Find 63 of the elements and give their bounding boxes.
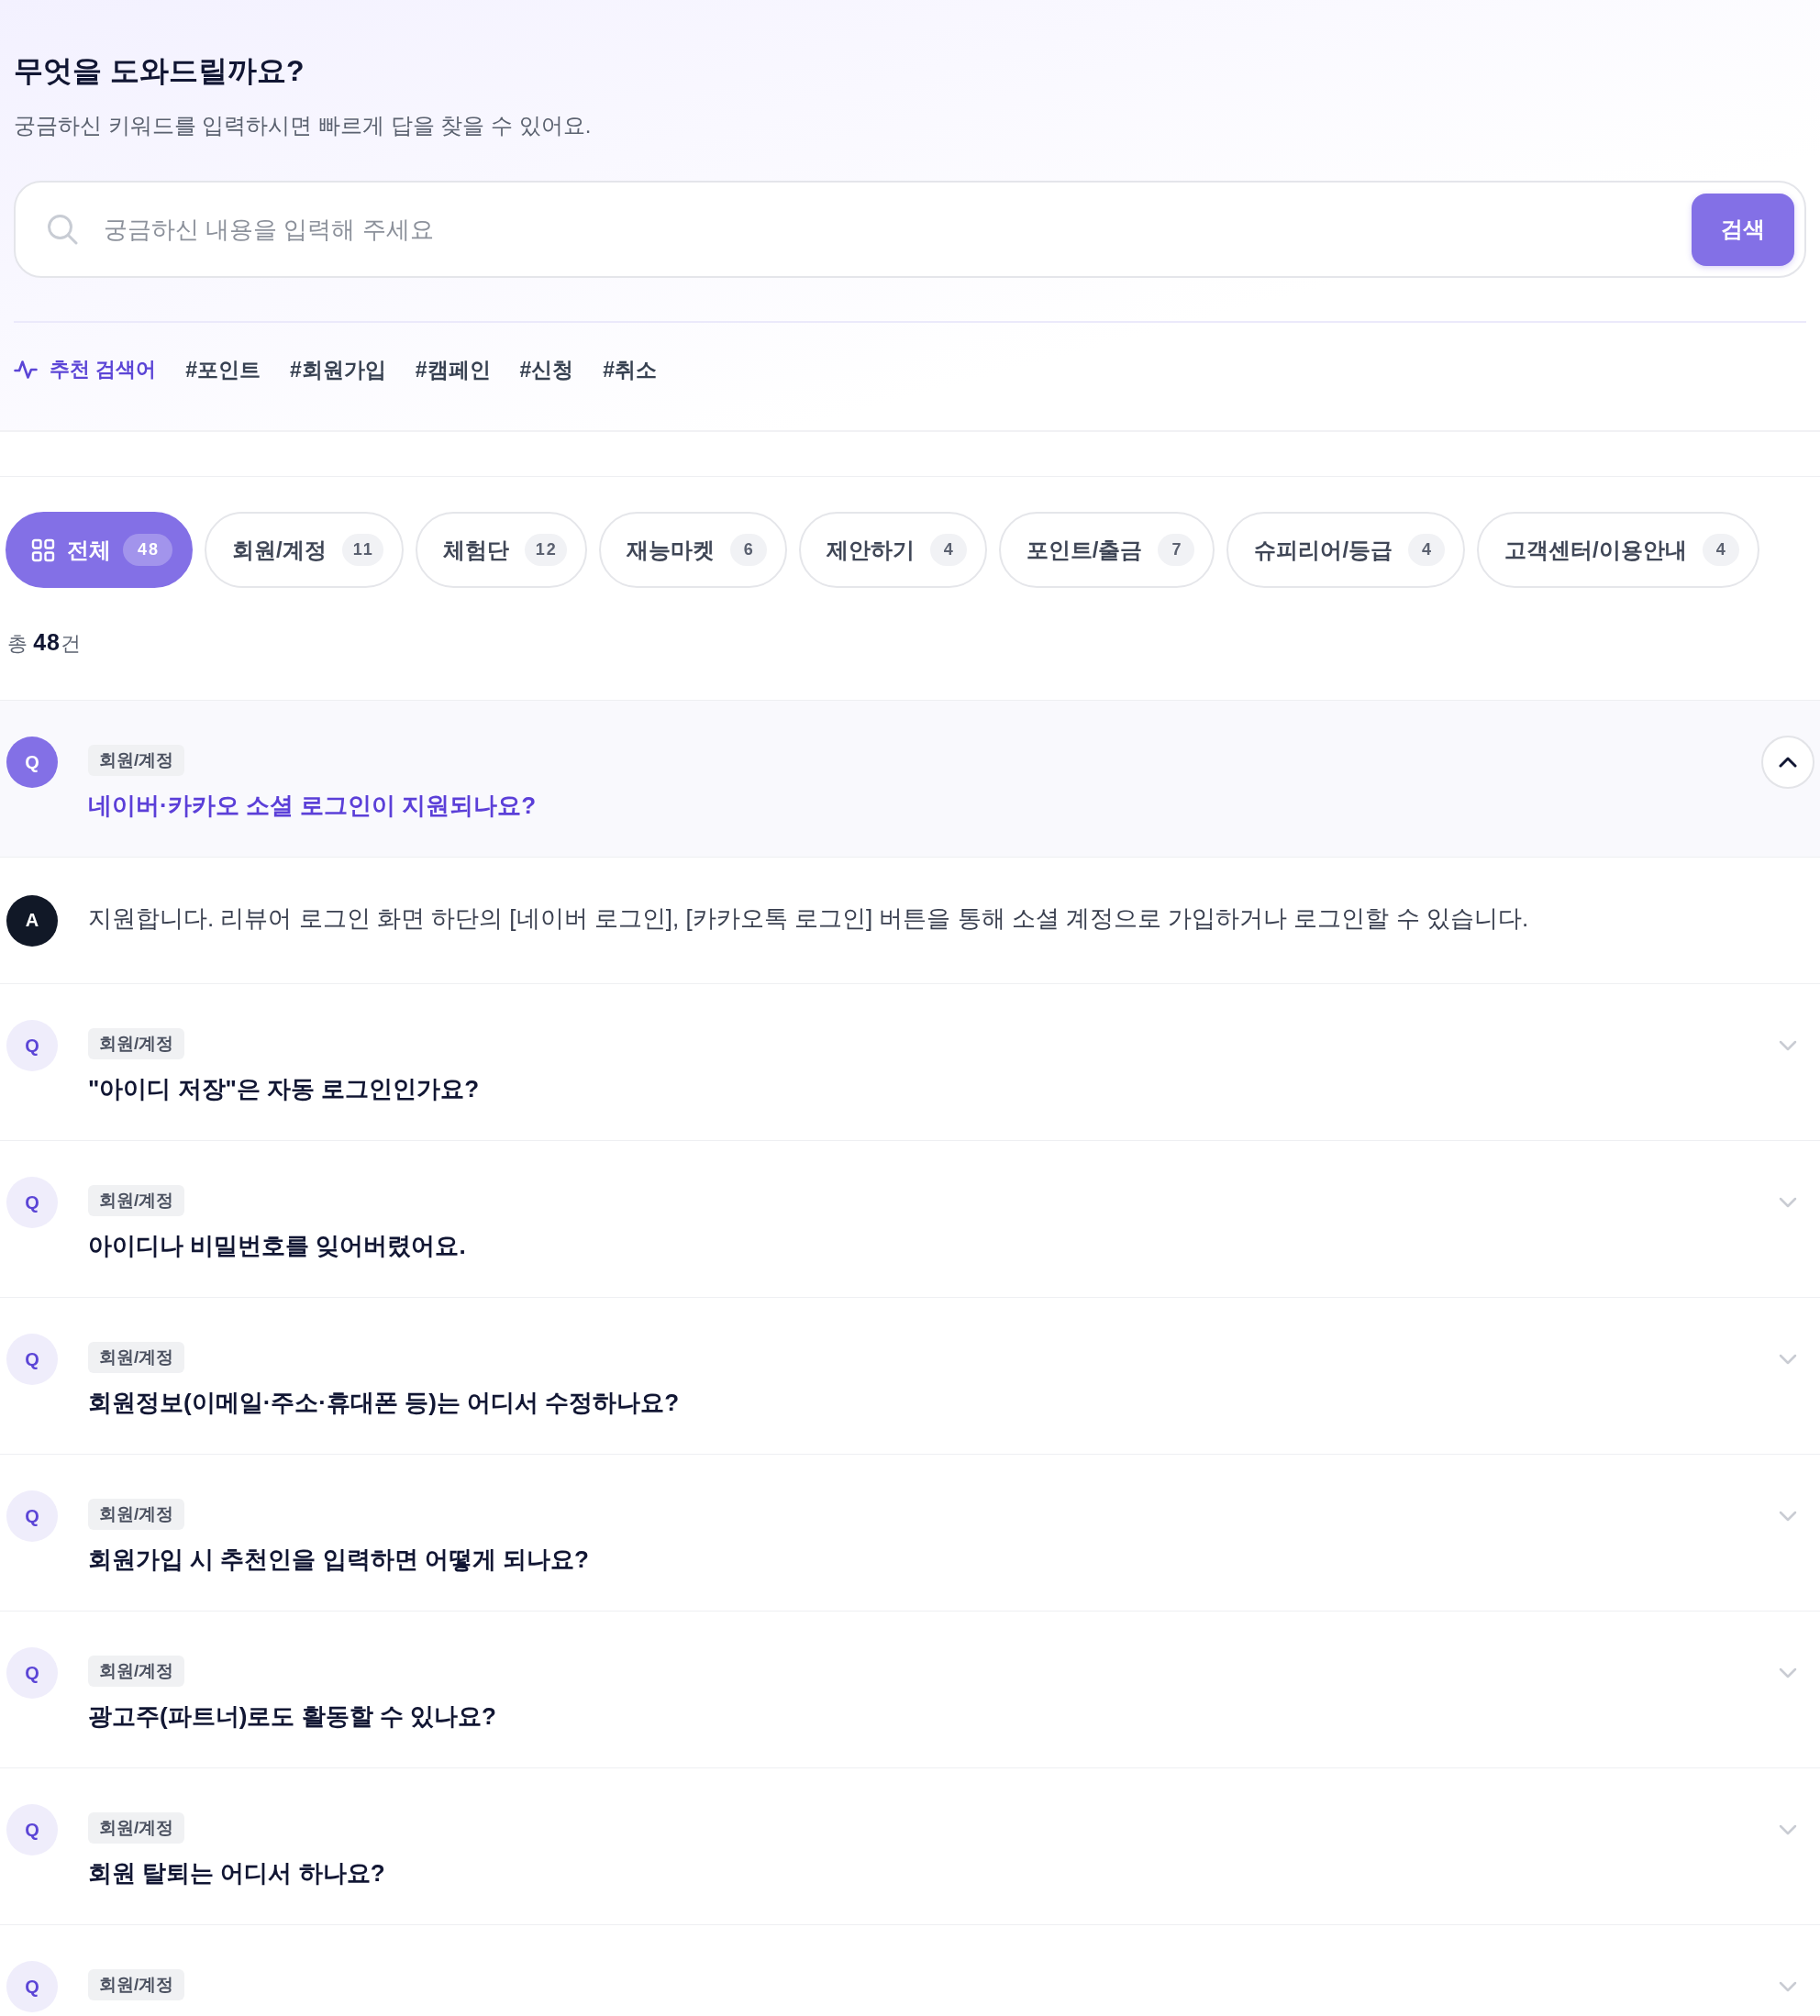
chevron-down-icon — [1779, 1824, 1797, 1835]
search-button[interactable]: 검색 — [1692, 193, 1794, 266]
faq-question[interactable]: 광고주(파트너)로도 활동할 수 있나요? — [88, 1700, 1731, 1733]
faq-question[interactable]: 회원 탈퇴는 어디서 하나요? — [88, 1856, 1731, 1889]
keyword-link[interactable]: #취소 — [603, 355, 658, 384]
faq-answer: 지원합니다. 리뷰어 로그인 화면 하단의 [네이버 로그인], [카카오톡 로그인] 버튼을 통해 소셜 계정으로 가입하거나 로그인할 수 있습니다. — [88, 903, 1529, 934]
q-badge: Q — [6, 737, 58, 788]
category-tab[interactable]: 슈피리어/등급 4 — [1226, 512, 1466, 588]
keyword-link[interactable]: #포인트 — [185, 355, 261, 384]
tab-count: 48 — [123, 534, 172, 566]
q-badge: Q — [6, 1647, 58, 1699]
tab-count: 4 — [929, 534, 967, 566]
category-tab[interactable]: 고객센터/이용안내 4 — [1477, 512, 1759, 588]
q-badge: Q — [6, 1961, 58, 2012]
chevron-down-icon — [1779, 1667, 1797, 1678]
tab-count: 11 — [341, 534, 383, 566]
keyword-link[interactable]: #캠페인 — [415, 355, 491, 384]
faq-question[interactable]: "아이디 저장"은 자동 로그인인가요? — [88, 1072, 1731, 1105]
search-field[interactable]: 궁금하신 내용을 입력해 주세요 검색 — [14, 181, 1806, 278]
tab-count: 12 — [524, 534, 567, 566]
tab-count: 4 — [1702, 534, 1739, 566]
chevron-down-icon — [1779, 1354, 1797, 1365]
category-tab[interactable]: 재능마켓 6 — [598, 512, 787, 588]
page-title: 무엇을 도와드릴까요? — [14, 53, 305, 89]
category-tag: 회원/계정 — [88, 1028, 185, 1059]
page-subtitle: 궁금하신 키워드를 입력하시면 빠르게 답을 찾을 수 있어요. — [14, 112, 593, 139]
category-tab[interactable]: 포인트/출금 7 — [998, 512, 1215, 588]
faq-question[interactable]: 네이버·카카오 소셜 로그인이 지원되나요? — [88, 789, 1731, 822]
pulse-icon — [14, 360, 38, 380]
total-count: 총 48건 — [7, 628, 82, 657]
category-tag: 회원/계정 — [88, 1342, 185, 1373]
category-tab[interactable]: 제안하기 4 — [798, 512, 987, 588]
category-tag: 회원/계정 — [88, 745, 185, 776]
category-tab[interactable]: 체험단 12 — [415, 512, 587, 588]
recommended-label: 추천 검색어 — [50, 357, 157, 382]
tab-count: 6 — [729, 534, 767, 566]
q-badge: Q — [6, 1334, 58, 1385]
tab-count: 4 — [1408, 534, 1446, 566]
q-badge: Q — [6, 1804, 58, 1855]
a-badge: A — [6, 894, 58, 947]
q-badge: Q — [6, 1177, 58, 1228]
category-tag: 회원/계정 — [88, 1812, 185, 1844]
search-icon — [47, 214, 78, 245]
faq-question[interactable]: 회원가입 시 추천인을 입력하면 어떻게 되나요? — [88, 1543, 1731, 1576]
chevron-down-icon — [1779, 1511, 1797, 1522]
keyword-link[interactable]: #회원가입 — [289, 355, 386, 384]
category-tag: 회원/계정 — [88, 1656, 185, 1687]
faq-question[interactable]: 아이디나 비밀번호를 잊어버렸어요. — [88, 1229, 1731, 1262]
category-tab[interactable]: 회원/계정 11 — [205, 512, 404, 588]
chevron-down-icon — [1779, 1197, 1797, 1208]
q-badge: Q — [6, 1020, 58, 1071]
chevron-down-icon — [1779, 1040, 1797, 1051]
keyword-link[interactable]: #신청 — [519, 355, 574, 384]
chevron-down-icon — [1779, 1981, 1797, 1992]
category-tab[interactable]: 전체 48 — [6, 512, 193, 588]
faq-question[interactable]: 회원정보(이메일·주소·휴대폰 등)는 어디서 수정하나요? — [88, 1386, 1731, 1419]
tab-count: 7 — [1158, 534, 1195, 566]
q-badge: Q — [6, 1490, 58, 1542]
chevron-up-icon — [1779, 757, 1797, 768]
category-tag: 회원/계정 — [88, 1969, 185, 2000]
category-tag: 회원/계정 — [88, 1499, 185, 1530]
category-tag: 회원/계정 — [88, 1185, 185, 1216]
grid-icon — [31, 537, 55, 562]
